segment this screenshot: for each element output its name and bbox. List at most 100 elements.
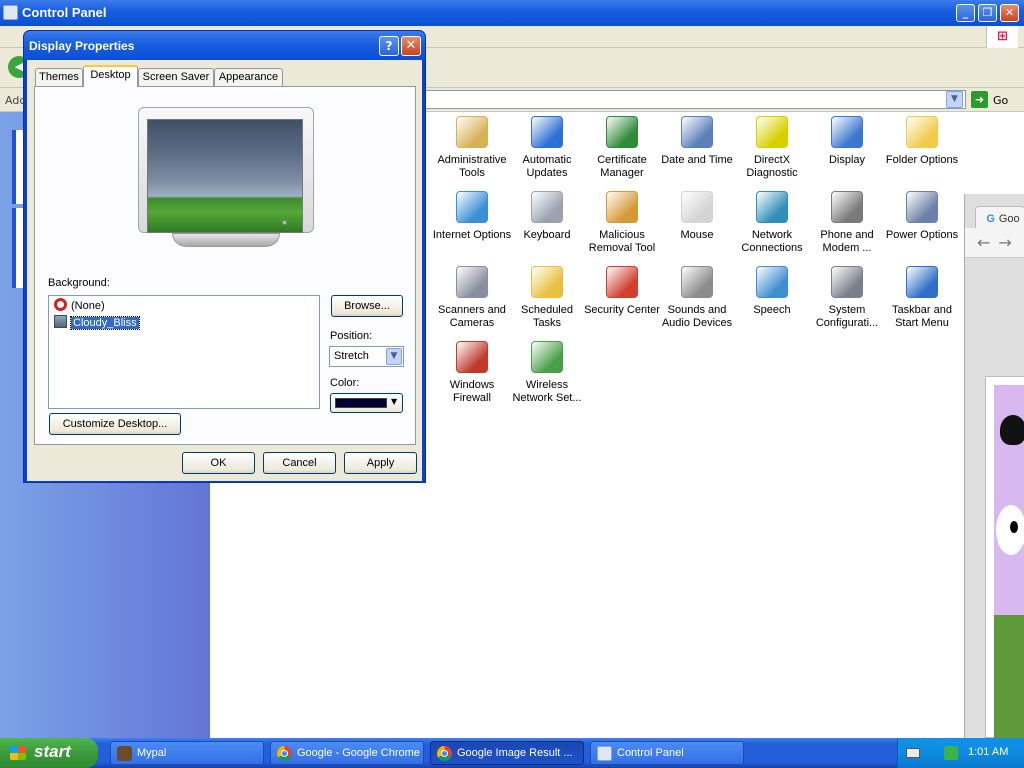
position-value: Stretch: [334, 350, 369, 362]
speech-icon: [756, 266, 788, 298]
maximize-button[interactable]: ❐: [978, 4, 997, 22]
dialog-titlebar[interactable]: Display Properties ? ✕: [24, 31, 425, 60]
background-label: Background:: [48, 277, 110, 289]
power-options-icon: [906, 191, 938, 223]
network-tray-icon[interactable]: [944, 746, 958, 760]
control-panel-item[interactable]: Speech: [732, 266, 812, 317]
result-image: [994, 385, 1024, 739]
control-panel-item[interactable]: Malicious Removal Tool: [582, 191, 662, 255]
mouse-icon: [681, 191, 713, 223]
address-dropdown-button[interactable]: ▼: [946, 91, 963, 108]
taskbar-item-control-panel[interactable]: Control Panel: [590, 741, 744, 765]
control-panel-item[interactable]: Automatic Updates: [507, 116, 587, 180]
control-panel-item[interactable]: Scanners and Cameras: [432, 266, 512, 330]
control-panel-item-label: Scanners and Cameras: [438, 304, 506, 329]
list-item-selected[interactable]: Cloudy_Bliss: [54, 315, 140, 331]
go-arrow-icon[interactable]: ➜: [971, 91, 988, 108]
tab-appearance[interactable]: Appearance: [214, 68, 283, 86]
ok-button[interactable]: OK: [182, 452, 255, 474]
list-item[interactable]: (None): [54, 298, 105, 314]
network-icon: [756, 191, 788, 223]
control-panel-item[interactable]: Windows Firewall: [432, 341, 512, 405]
list-item-label: Cloudy_Bliss: [70, 316, 140, 330]
control-panel-item[interactable]: Wireless Network Set...: [507, 341, 587, 405]
apply-button[interactable]: Apply: [344, 452, 417, 474]
go-button[interactable]: Go: [993, 94, 1008, 107]
color-picker-button[interactable]: ▼: [330, 393, 403, 413]
control-panel-item[interactable]: Taskbar and Start Menu: [882, 266, 962, 330]
tab-desktop[interactable]: Desktop: [83, 65, 138, 87]
wallpaper-preview: [147, 119, 303, 233]
control-panel-item[interactable]: Network Connections: [732, 191, 812, 255]
chrome-forward-icon[interactable]: →: [998, 233, 1019, 252]
position-select[interactable]: Stretch ▼: [329, 346, 404, 367]
start-button[interactable]: start: [0, 738, 98, 768]
control-panel-item-label: Display: [828, 154, 866, 166]
control-panel-item[interactable]: Mouse: [657, 191, 737, 242]
control-panel-item[interactable]: Phone and Modem ...: [807, 191, 887, 255]
control-panel-item-label: Speech: [753, 304, 791, 316]
control-panel-item-label: Network Connections: [741, 229, 803, 254]
control-panel-item[interactable]: Certificate Manager: [582, 116, 662, 180]
scanner-icon: [456, 266, 488, 298]
monitor-stand: [172, 233, 280, 247]
control-panel-item-label: Mouse: [680, 229, 714, 241]
customize-desktop-button[interactable]: Customize Desktop...: [49, 413, 181, 435]
none-icon: [54, 298, 67, 311]
chevron-down-icon[interactable]: ▼: [386, 348, 402, 365]
control-panel-item[interactable]: DirectX Diagnostic: [732, 116, 812, 180]
chrome-tab[interactable]: G Goo: [975, 206, 1024, 228]
taskbar-item-google-image[interactable]: Google Image Result ...: [430, 741, 584, 765]
chrome-toolbar: ←→: [965, 228, 1024, 258]
browse-button[interactable]: Browse...: [331, 295, 403, 317]
control-panel-item-label: Taskbar and Start Menu: [892, 304, 952, 329]
dialog-close-button[interactable]: ✕: [401, 36, 421, 56]
control-panel-item[interactable]: Power Options: [882, 191, 962, 242]
control-panel-item[interactable]: Sounds and Audio Devices: [657, 266, 737, 330]
chrome-back-icon[interactable]: ←: [977, 233, 998, 252]
windows-logo-icon: ⊞: [986, 26, 1018, 48]
control-panel-item-label: Security Center: [584, 304, 660, 316]
color-label: Color:: [330, 377, 360, 389]
cancel-button[interactable]: Cancel: [263, 452, 336, 474]
control-panel-title: Control Panel: [22, 5, 107, 20]
control-panel-item-label: Folder Options: [885, 154, 959, 166]
keyboard-tray-icon[interactable]: [906, 748, 920, 758]
display-icon: [831, 116, 863, 148]
control-panel-titlebar[interactable]: Control Panel _ ❐ ✕: [0, 0, 1024, 26]
control-panel-item[interactable]: System Configurati...: [807, 266, 887, 330]
control-panel-item[interactable]: Administrative Tools: [432, 116, 512, 180]
malicious-removal-icon: [606, 191, 638, 223]
clock[interactable]: 1:01 AM: [968, 746, 1008, 758]
address-input[interactable]: [420, 90, 966, 109]
control-panel-item[interactable]: Security Center: [582, 266, 662, 317]
keyboard-icon: [531, 191, 563, 223]
monitor-power-led: [282, 220, 287, 225]
minimize-button[interactable]: _: [956, 4, 975, 22]
chevron-down-icon: ▼: [391, 397, 398, 406]
mypal-icon: [117, 746, 132, 761]
close-button[interactable]: ✕: [1000, 4, 1019, 22]
control-panel-item[interactable]: Display: [807, 116, 887, 167]
control-panel-item[interactable]: Date and Time: [657, 116, 737, 167]
background-list[interactable]: (None) Cloudy_Bliss: [48, 295, 320, 409]
taskbar-item-chrome[interactable]: Google - Google Chrome: [270, 741, 424, 765]
control-panel-item[interactable]: Scheduled Tasks: [507, 266, 587, 330]
display-properties-dialog: Display Properties ? ✕ Themes Desktop Sc…: [23, 30, 426, 483]
help-button[interactable]: ?: [379, 36, 399, 56]
tab-themes[interactable]: Themes: [35, 68, 83, 86]
windows-flag-icon: [10, 746, 26, 760]
control-panel-item[interactable]: Folder Options: [882, 116, 962, 167]
taskbar-item-label: Google Image Result ...: [457, 747, 573, 759]
control-panel-item[interactable]: Internet Options: [432, 191, 512, 242]
tab-screen-saver[interactable]: Screen Saver: [138, 68, 214, 86]
dialog-body: Themes Desktop Screen Saver Appearance B…: [27, 60, 422, 481]
security-shield-icon: [606, 266, 638, 298]
control-panel-item[interactable]: Keyboard: [507, 191, 587, 242]
control-panel-item-label: Power Options: [885, 229, 959, 241]
taskbar-item-mypal[interactable]: Mypal: [110, 741, 264, 765]
control-panel-item-label: Windows Firewall: [449, 379, 495, 404]
start-label: start: [34, 742, 71, 761]
certificate-icon: [606, 116, 638, 148]
chrome-image-result[interactable]: [985, 376, 1024, 739]
